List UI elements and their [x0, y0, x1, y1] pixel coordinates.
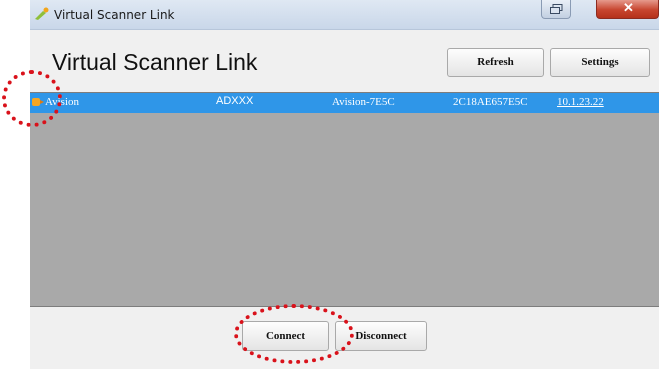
scanner-app-icon: [35, 7, 49, 20]
device-icon: [32, 98, 44, 106]
connect-button[interactable]: Connect: [242, 321, 329, 351]
device-row-avision[interactable]: Avision ADXXX Avision-7E5C 2C18AE657E5C …: [30, 93, 659, 113]
device-ip-link[interactable]: 10.1.23.22: [557, 96, 604, 108]
device-id: Avision-7E5C: [332, 96, 395, 108]
close-icon: ✕: [623, 0, 634, 15]
window-title: Virtual Scanner Link: [54, 8, 175, 22]
restore-button[interactable]: [541, 0, 571, 19]
close-button[interactable]: ✕: [596, 0, 659, 19]
device-name: Avision: [45, 96, 80, 108]
virtual-scanner-link-window: Virtual Scanner Link ✕ Virtual Scanner L…: [30, 0, 659, 369]
disconnect-button[interactable]: Disconnect: [335, 321, 427, 351]
device-serial: 2C18AE657E5C: [453, 96, 528, 108]
page-title: Virtual Scanner Link: [52, 49, 258, 75]
device-model: ADXXX: [216, 95, 254, 107]
refresh-button[interactable]: Refresh: [447, 48, 544, 77]
device-list[interactable]: Avision ADXXX Avision-7E5C 2C18AE657E5C …: [30, 92, 659, 307]
title-bar[interactable]: Virtual Scanner Link ✕: [30, 0, 659, 30]
restore-icon: [550, 4, 563, 14]
settings-button[interactable]: Settings: [550, 48, 650, 77]
